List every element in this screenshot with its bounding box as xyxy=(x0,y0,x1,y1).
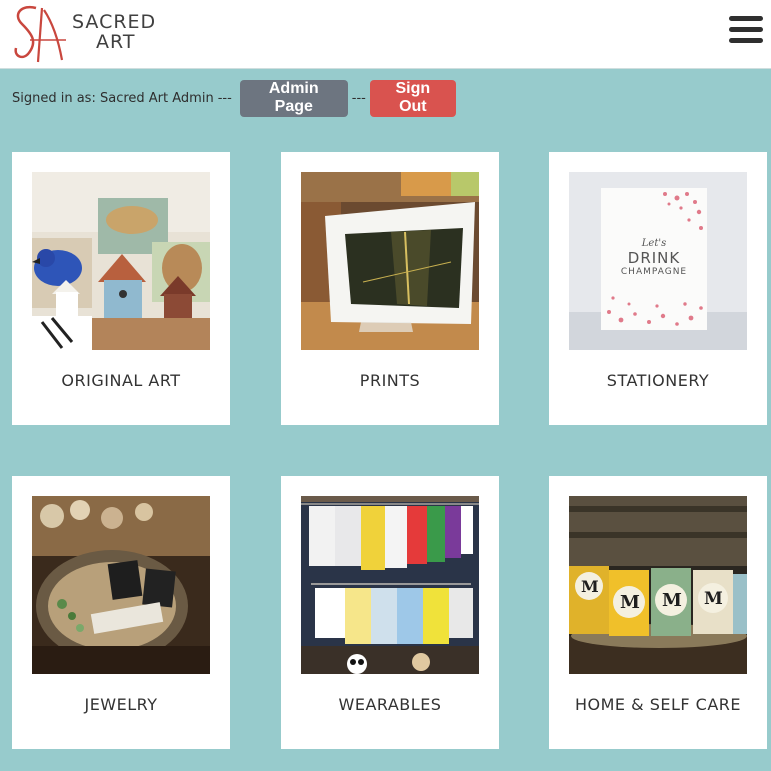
svg-text:M: M xyxy=(581,577,599,596)
svg-text:M: M xyxy=(620,592,640,613)
menu-bar xyxy=(729,27,763,32)
original-art-photo xyxy=(32,172,210,350)
category-card-wearables[interactable]: WEARABLES xyxy=(281,476,499,749)
admin-page-button[interactable]: Admin Page xyxy=(239,79,348,117)
category-label: WEARABLES xyxy=(338,695,442,714)
site-header: SACRED ART xyxy=(0,0,771,69)
category-label: ORIGINAL ART xyxy=(61,371,181,390)
logo-monogram xyxy=(14,5,66,63)
svg-text:M: M xyxy=(662,590,682,611)
logo-text-line1: SACRED xyxy=(72,11,157,33)
category-label: JEWELRY xyxy=(84,695,158,714)
category-card-jewelry[interactable]: JEWELRY xyxy=(12,476,230,749)
jewelry-photo xyxy=(32,496,210,674)
category-label: HOME & SELF CARE xyxy=(575,695,741,714)
card-text-champagne: CHAMPAGNE xyxy=(620,267,688,277)
category-label: PRINTS xyxy=(359,371,421,390)
card-text-lets: Let's xyxy=(641,238,667,249)
menu-bar xyxy=(729,16,763,21)
separator: --- xyxy=(217,90,232,106)
card-text-drink: DRINK xyxy=(627,249,681,267)
admin-bar: Signed in as: Sacred Art Admin --- Admin… xyxy=(12,79,456,117)
prints-photo xyxy=(301,172,479,350)
category-label: STATIONERY xyxy=(606,371,710,390)
home-self-care-photo: M M M M xyxy=(569,496,747,674)
wearables-photo xyxy=(301,496,479,674)
svg-text:M: M xyxy=(704,589,723,609)
site-logo[interactable]: SACRED ART xyxy=(8,2,155,66)
logo-text-line2: ART xyxy=(96,31,136,53)
separator: --- xyxy=(351,90,366,106)
sign-out-button[interactable]: Sign Out xyxy=(369,79,456,117)
category-card-home-self-care[interactable]: M M M M HOME & SELF CARE xyxy=(549,476,767,749)
category-card-original-art[interactable]: ORIGINAL ART xyxy=(12,152,230,425)
signed-in-text: Signed in as: Sacred Art Admin xyxy=(12,90,214,106)
stationery-photo: Let's DRINK CHAMPAGNE xyxy=(569,172,747,350)
hamburger-menu-icon[interactable] xyxy=(729,16,763,46)
category-card-prints[interactable]: PRINTS xyxy=(281,152,499,425)
menu-bar xyxy=(729,38,763,43)
category-card-stationery[interactable]: Let's DRINK CHAMPAGNE STATIONERY xyxy=(549,152,767,425)
